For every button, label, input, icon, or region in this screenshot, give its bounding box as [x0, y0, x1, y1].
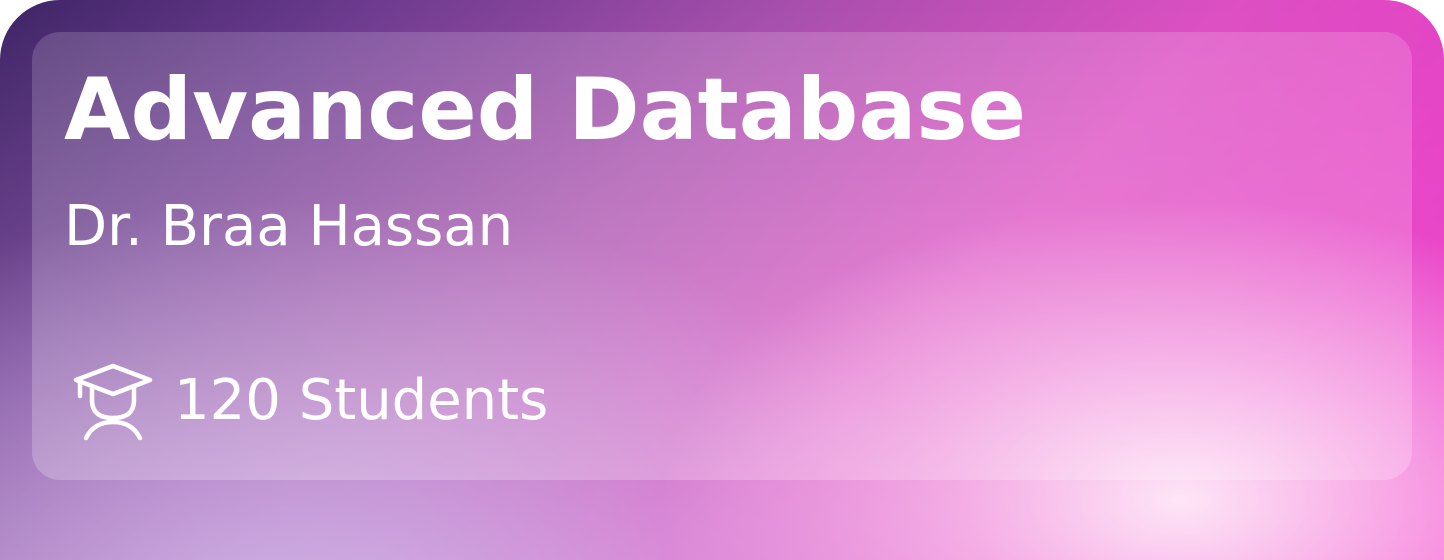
course-card[interactable]: Advanced Database Dr. Braa Hassan 120 St…: [0, 0, 1444, 560]
graduation-cap-icon: [73, 363, 153, 441]
course-title: Advanced Database: [64, 60, 1026, 160]
student-count: 120 Students: [72, 360, 548, 442]
students-count-label: 120 Students: [174, 368, 549, 433]
instructor-name: Dr. Braa Hassan: [64, 194, 514, 259]
